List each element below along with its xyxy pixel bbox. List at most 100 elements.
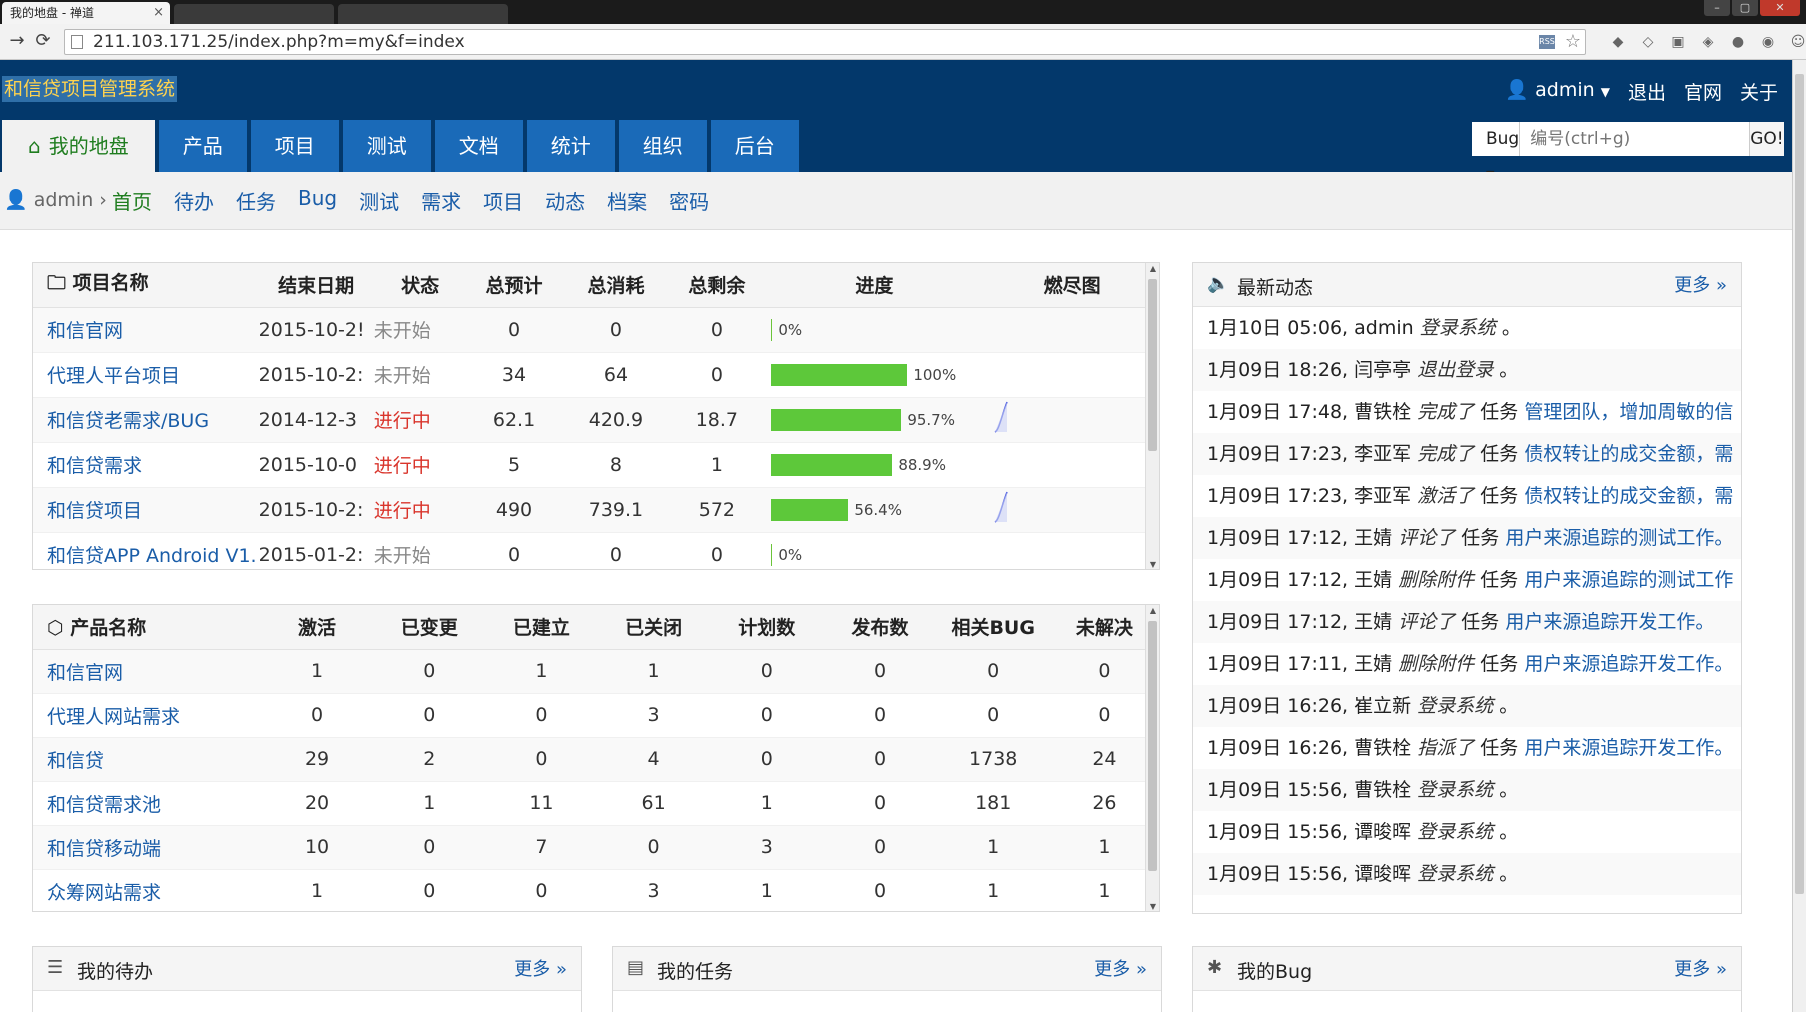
project-name-link[interactable]: 代理人平台项目	[33, 352, 259, 398]
url-text: 211.103.171.25/index.php?m=my&f=index	[93, 32, 465, 52]
page-scroll-thumb[interactable]	[1795, 74, 1804, 894]
subnav-item-home[interactable]: 首页	[112, 186, 152, 215]
extension-icon[interactable]: ◆	[1608, 32, 1628, 52]
dynamic-object-link[interactable]: 用户来源追踪开发工作。	[1524, 653, 1733, 675]
extension-icon[interactable]: ◉	[1758, 32, 1778, 52]
nav-tab-product[interactable]: 产品	[158, 120, 247, 172]
dynamic-object-link[interactable]: 债权转让的成交金额，需	[1524, 485, 1733, 507]
subnav-item-test[interactable]: 测试	[359, 186, 399, 215]
project-name-link[interactable]: 和信官网	[33, 307, 259, 353]
nav-tab-company[interactable]: 组织	[618, 120, 707, 172]
scroll-down-icon[interactable]: ▼	[1146, 559, 1159, 569]
back-arrow-icon[interactable]: →	[6, 30, 28, 52]
scroll-up-icon[interactable]: ▲	[1146, 605, 1159, 617]
burndown-chart-icon[interactable]	[993, 490, 1009, 524]
project-burndown	[985, 397, 1159, 443]
product-bugs: 181	[936, 781, 1050, 826]
project-name-link[interactable]: 和信贷老需求/BUG	[33, 397, 259, 443]
dynamic-object-link[interactable]: 用户来源追踪开发工作。	[1505, 611, 1714, 633]
search-type-select[interactable]: Bug ▼	[1472, 122, 1521, 181]
nav-tab-project[interactable]: 项目	[250, 120, 339, 172]
nav-tab-my[interactable]: ⌂ 我的地盘	[2, 120, 155, 172]
subnav-item-bug[interactable]: Bug	[298, 186, 337, 215]
project-row: 和信贷老需求/BUG 2014-12-3 进行中 62.1 420.9 18.7 95.7%	[33, 397, 1159, 443]
dynamic-tail: 。	[1499, 821, 1519, 843]
col-progress[interactable]: 进度	[763, 263, 986, 308]
browser-tab-background[interactable]	[174, 4, 334, 24]
close-window-icon[interactable]: ✕	[1760, 0, 1800, 16]
app-title[interactable]: 和信贷项目管理系统	[2, 76, 178, 102]
maximize-icon[interactable]: ▢	[1732, 0, 1758, 16]
subnav-item-todo[interactable]: 待办	[174, 186, 214, 215]
official-site-link[interactable]: 官网	[1684, 78, 1722, 105]
dynamic-item: 1月09日 15:56, 谭晙晖 登录系统 。	[1193, 853, 1741, 895]
product-panel: ⬡ 产品名称 激活 已变更 已建立 已关闭 计划数 发布数 相关BUG 未解决 …	[32, 604, 1160, 912]
col-status[interactable]: 状态	[373, 263, 467, 308]
project-scrollbar[interactable]: ▲ ▼	[1145, 263, 1159, 569]
go-button[interactable]: GO!	[1749, 122, 1784, 156]
more-link[interactable]: 更多 »	[514, 955, 567, 981]
nav-tab-test[interactable]: 测试	[342, 120, 431, 172]
dynamic-object-link[interactable]: 用户来源追踪的测试工作。	[1505, 527, 1733, 549]
col-estimate[interactable]: 总预计	[466, 263, 562, 308]
scroll-up-icon[interactable]: ▲	[1146, 263, 1159, 275]
product-name-link[interactable]: 和信贷移动端	[33, 825, 262, 870]
product-name-link[interactable]: 众筹网站需求	[33, 869, 262, 911]
dynamic-object-link[interactable]: 债权转让的成交金额，需	[1524, 443, 1733, 465]
more-link[interactable]: 更多 »	[1094, 955, 1147, 981]
logout-link[interactable]: 退出	[1628, 78, 1666, 105]
browser-tab-background[interactable]	[338, 4, 508, 24]
subnav-item-story[interactable]: 需求	[421, 186, 461, 215]
reload-icon[interactable]: ⟳	[32, 30, 54, 52]
product-name-link[interactable]: 和信贷	[33, 737, 262, 782]
col-end-date[interactable]: 结束日期	[258, 263, 374, 308]
product-scrollbar[interactable]: ▲ ▼	[1145, 605, 1159, 911]
more-link[interactable]: 更多 »	[1674, 955, 1727, 981]
product-name-link[interactable]: 和信贷需求池	[33, 781, 262, 826]
product-name-link[interactable]: 和信官网	[33, 649, 262, 694]
subnav-item-task[interactable]: 任务	[236, 186, 276, 215]
extension-icon[interactable]: ▣	[1668, 32, 1688, 52]
subnav-item-password[interactable]: 密码	[669, 186, 709, 215]
scroll-thumb[interactable]	[1148, 279, 1157, 451]
project-name-link[interactable]: 和信贷需求	[33, 442, 259, 488]
about-link[interactable]: 关于	[1740, 78, 1778, 105]
user-menu[interactable]: 👤 admin ▼	[1505, 78, 1610, 105]
bookmark-star-icon[interactable]: ☆	[1565, 30, 1581, 54]
extension-icon[interactable]: ☺	[1788, 32, 1806, 52]
col-consumed[interactable]: 总消耗	[561, 263, 671, 308]
col-left[interactable]: 总剩余	[670, 263, 764, 308]
extension-icon[interactable]: ●	[1728, 32, 1748, 52]
col-draft: 已建立	[485, 605, 597, 650]
project-name-link[interactable]: 和信贷项目	[33, 487, 259, 533]
subnav-item-profile[interactable]: 档案	[607, 186, 647, 215]
minimize-icon[interactable]: –	[1704, 0, 1730, 16]
project-estimate: 490	[466, 487, 562, 533]
scroll-down-icon[interactable]: ▼	[1146, 901, 1159, 911]
project-estimate: 0	[466, 307, 562, 353]
scroll-thumb[interactable]	[1148, 621, 1157, 871]
browser-tab[interactable]: 我的地盘 - 禅道 ×	[2, 2, 170, 24]
tab-close-icon[interactable]: ×	[153, 2, 164, 24]
extension-icon[interactable]: ◈	[1698, 32, 1718, 52]
dynamic-object-link[interactable]: 用户来源追踪开发工作。	[1524, 737, 1733, 759]
product-closed: 1	[597, 649, 711, 694]
dynamic-tail: 。	[1501, 317, 1521, 339]
dynamic-object-link[interactable]: 管理团队，增加周敏的信	[1524, 401, 1733, 423]
extension-icon[interactable]: ◇	[1638, 32, 1658, 52]
address-bar[interactable]: 211.103.171.25/index.php?m=my&f=index RS…	[64, 29, 1586, 55]
search-input[interactable]	[1520, 122, 1750, 156]
project-name-link[interactable]: 和信贷APP Android V1.	[33, 532, 259, 569]
dynamic-object-link[interactable]: 用户来源追踪的测试工作	[1524, 569, 1733, 591]
nav-tab-report[interactable]: 统计	[526, 120, 615, 172]
burndown-chart-icon[interactable]	[993, 400, 1009, 434]
nav-tab-admin[interactable]: 后台	[710, 120, 799, 172]
product-plans: 1	[710, 869, 824, 911]
more-link[interactable]: 更多 »	[1674, 271, 1727, 297]
subnav-item-dynamic[interactable]: 动态	[545, 186, 585, 215]
page-scrollbar[interactable]	[1792, 60, 1806, 1012]
rss-icon[interactable]: RSS	[1539, 35, 1555, 49]
nav-tab-doc[interactable]: 文档	[434, 120, 523, 172]
product-name-link[interactable]: 代理人网站需求	[33, 693, 262, 738]
subnav-item-project[interactable]: 项目	[483, 186, 523, 215]
